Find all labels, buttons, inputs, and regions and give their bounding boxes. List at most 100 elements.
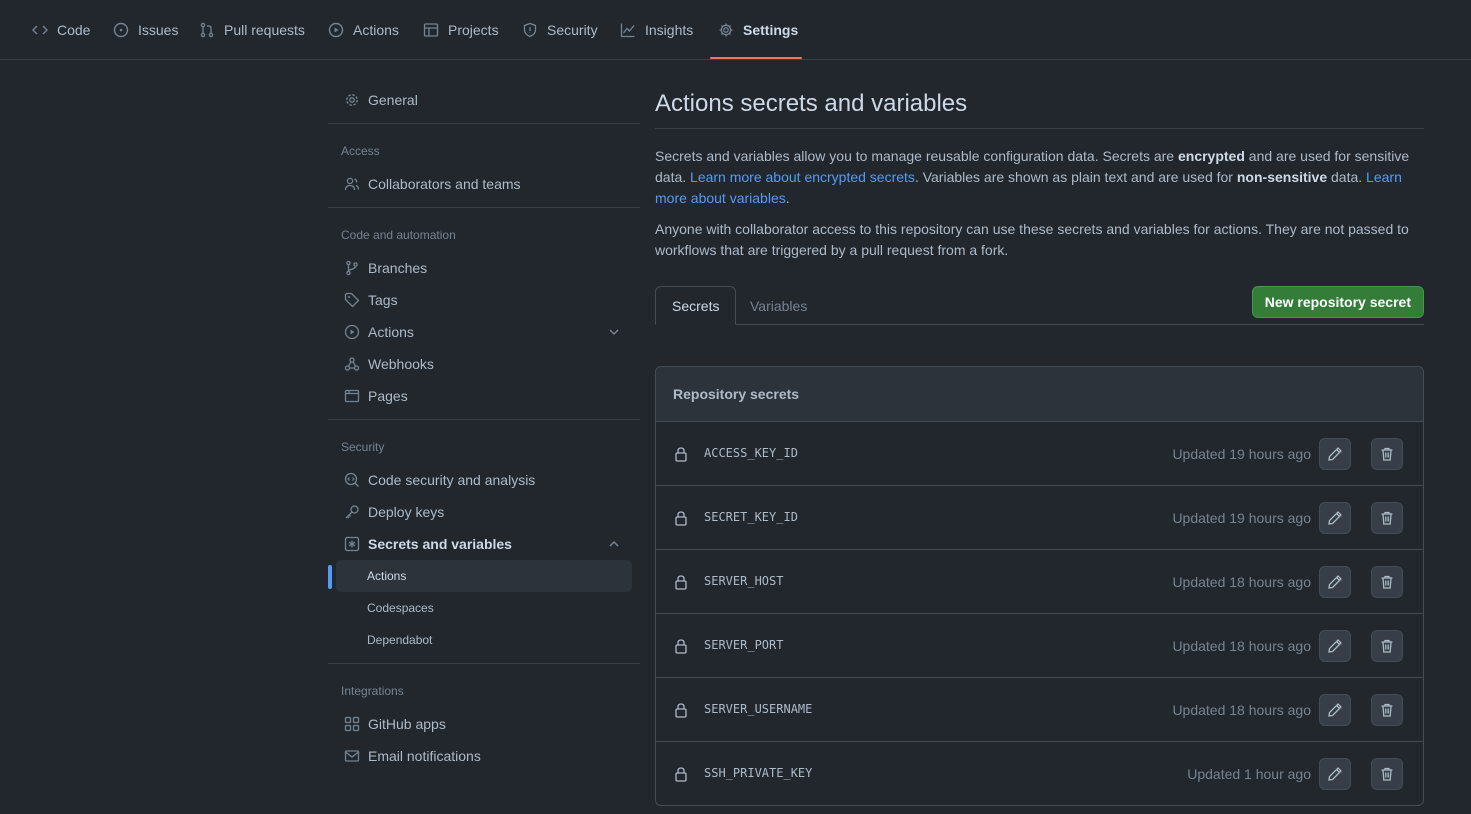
pencil-icon (1328, 703, 1342, 717)
mail-icon (344, 750, 360, 762)
secret-name: ACCESS_KEY_ID (704, 446, 798, 460)
sidebar-heading-security: Security (341, 440, 385, 454)
secret-updated: Updated 19 hours ago (1172, 446, 1311, 462)
sidebar-item-code-security[interactable]: Code security and analysis (336, 464, 632, 496)
repository-secrets-box: Repository secrets ACCESS_KEY_ID Updated… (655, 366, 1424, 806)
chevron-up-icon (609, 540, 619, 547)
sidebar-item-collaborators[interactable]: Collaborators and teams (336, 168, 632, 200)
tab-insights[interactable]: Insights (612, 0, 701, 60)
intro-text: data. (1327, 169, 1367, 185)
edit-secret-button[interactable] (1319, 502, 1351, 534)
sidebar-item-branches[interactable]: Branches (336, 252, 632, 284)
edit-secret-button[interactable] (1319, 758, 1351, 790)
sidebar-item-deploy-keys[interactable]: Deploy keys (336, 496, 632, 528)
intro-bold-encrypted: encrypted (1177, 148, 1245, 164)
sidebar-item-label: Email notifications (368, 748, 481, 764)
sidebar-item-label: Tags (368, 292, 398, 308)
sidebar-item-general[interactable]: General (336, 84, 632, 116)
tab-variables[interactable]: Variables (734, 286, 823, 326)
key-asterisk-icon (344, 536, 360, 552)
sidebar-item-label: Deploy keys (368, 504, 445, 520)
lock-icon (675, 447, 687, 462)
secret-updated: Updated 1 hour ago (1187, 766, 1311, 782)
tab-settings[interactable]: Settings (710, 0, 806, 60)
secret-name: SERVER_USERNAME (704, 702, 813, 716)
sidebar-item-tags[interactable]: Tags (336, 284, 632, 316)
tab-code[interactable]: Code (24, 0, 98, 60)
sidebar-item-pages[interactable]: Pages (336, 380, 632, 412)
lock-icon (675, 511, 687, 526)
tab-secrets[interactable]: Secrets (655, 286, 737, 325)
intro-text: . Variables are shown as plain text and … (914, 169, 1237, 185)
sidebar-item-github-apps[interactable]: GitHub apps (336, 708, 632, 740)
pencil-icon (1328, 639, 1342, 653)
sidebar-divider (328, 419, 640, 420)
title-divider (655, 128, 1424, 129)
sidebar-item-secrets-variables[interactable]: Secrets and variables (336, 528, 632, 560)
sidebar-heading-access: Access (341, 144, 380, 158)
secret-name: SSH_PRIVATE_KEY (704, 766, 813, 780)
sidebar-item-label: Branches (368, 260, 428, 276)
active-tab-indicator (710, 57, 802, 59)
tab-issues[interactable]: Issues (105, 0, 186, 60)
tab-label: Projects (448, 22, 499, 38)
gear-icon (346, 94, 358, 106)
sidebar-item-actions[interactable]: Actions (336, 316, 632, 348)
sidebar-divider (328, 663, 640, 664)
learn-more-secrets-link[interactable]: Learn more about encrypted secrets (690, 169, 915, 185)
git-branch-icon (346, 260, 358, 276)
tab-label: Issues (138, 22, 179, 38)
delete-secret-button[interactable] (1371, 566, 1403, 598)
delete-secret-button[interactable] (1371, 758, 1403, 790)
sidebar-subitem-codespaces[interactable]: Codespaces (336, 592, 632, 624)
delete-secret-button[interactable] (1371, 502, 1403, 534)
tab-label: Pull requests (224, 22, 305, 38)
sidebar-item-label: GitHub apps (368, 716, 446, 732)
sidebar-item-label: Code security and analysis (368, 472, 536, 488)
secret-updated: Updated 18 hours ago (1172, 574, 1311, 590)
edit-secret-button[interactable] (1319, 566, 1351, 598)
edit-secret-button[interactable] (1319, 630, 1351, 662)
trash-icon (1381, 575, 1393, 589)
pencil-icon (1328, 447, 1342, 461)
sidebar-heading-integrations: Integrations (341, 684, 404, 698)
edit-secret-button[interactable] (1319, 438, 1351, 470)
sidebar-divider (328, 123, 640, 124)
chevron-down-icon (609, 329, 619, 336)
intro-text: Secrets and variables allow you to manag… (655, 148, 1178, 164)
pencil-icon (1328, 511, 1342, 525)
tab-security[interactable]: Security (514, 0, 606, 60)
apps-icon (344, 716, 360, 732)
sidebar-subitem-actions[interactable]: Actions (336, 560, 632, 592)
tab-label: Settings (743, 22, 799, 38)
codescan-icon (344, 472, 359, 487)
key-icon (345, 505, 359, 519)
sidebar-item-label: Collaborators and teams (368, 176, 521, 192)
tab-actions[interactable]: Actions (320, 0, 407, 60)
code-icon (32, 25, 48, 35)
sidebar-subitem-dependabot[interactable]: Dependabot (336, 624, 632, 656)
secret-updated: Updated 18 hours ago (1172, 638, 1311, 654)
secret-name: SERVER_HOST (704, 574, 784, 588)
secret-updated: Updated 19 hours ago (1172, 510, 1311, 526)
intro-bold-non-sensitive: non-sensitive (1236, 169, 1328, 185)
sidebar-item-label: General (368, 92, 418, 108)
pencil-icon (1328, 575, 1342, 589)
sidebar-item-webhooks[interactable]: Webhooks (336, 348, 632, 380)
table-icon (423, 23, 439, 37)
sidebar-item-email-notifications[interactable]: Email notifications (336, 740, 632, 772)
delete-secret-button[interactable] (1371, 694, 1403, 726)
lock-icon (675, 575, 687, 590)
tab-pull-requests[interactable]: Pull requests (191, 0, 313, 60)
play-icon (344, 324, 360, 340)
tab-label: Actions (353, 22, 399, 38)
edit-secret-button[interactable] (1319, 694, 1351, 726)
delete-secret-button[interactable] (1371, 438, 1403, 470)
tab-projects[interactable]: Projects (415, 0, 507, 60)
new-repository-secret-button[interactable]: New repository secret (1251, 286, 1424, 318)
delete-secret-button[interactable] (1371, 630, 1403, 662)
trash-icon (1381, 703, 1393, 717)
people-icon (344, 177, 360, 191)
lock-icon (675, 767, 687, 782)
trash-icon (1381, 767, 1393, 781)
